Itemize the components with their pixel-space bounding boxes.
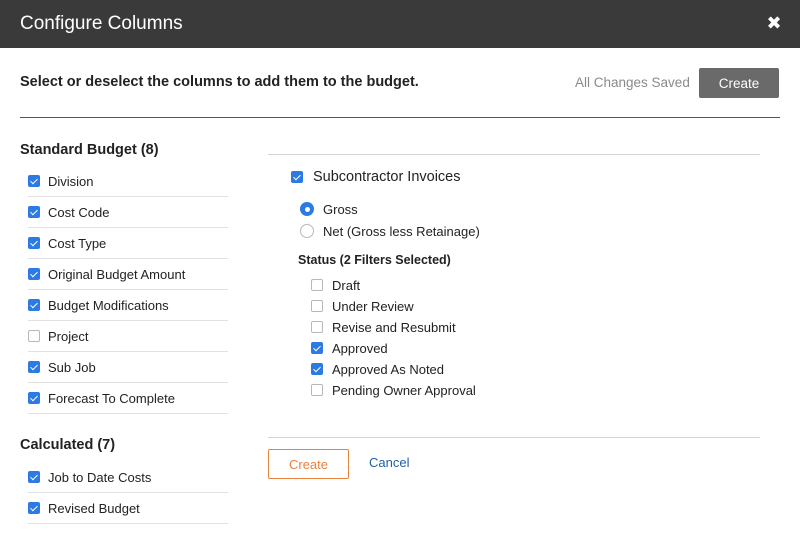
column-option-cost-type[interactable]: Cost Type xyxy=(28,228,228,259)
create-button[interactable]: Create xyxy=(268,449,349,479)
checkbox[interactable] xyxy=(28,237,40,249)
checkbox[interactable] xyxy=(28,268,40,280)
column-option-project[interactable]: Project xyxy=(28,321,228,352)
create-button-top[interactable]: Create xyxy=(699,68,779,98)
status-filter-approved-as-noted[interactable]: Approved As Noted xyxy=(311,360,444,378)
checkbox[interactable] xyxy=(28,361,40,373)
checkbox[interactable] xyxy=(28,471,40,483)
checkbox[interactable] xyxy=(28,299,40,311)
column-option-budget-modifications[interactable]: Budget Modifications xyxy=(28,290,228,321)
column-option-label: Cost Code xyxy=(48,204,110,220)
checkbox[interactable] xyxy=(311,363,323,375)
divider xyxy=(20,117,780,118)
column-option-label: Job to Date Costs xyxy=(48,469,152,485)
radio-label: Net (Gross less Retainage) xyxy=(323,223,480,239)
checkbox[interactable] xyxy=(28,502,40,514)
save-status: All Changes Saved xyxy=(575,75,690,90)
checkbox[interactable] xyxy=(291,171,303,183)
column-option-division[interactable]: Division xyxy=(28,166,228,197)
status-filter-approved[interactable]: Approved xyxy=(311,339,388,357)
checkbox[interactable] xyxy=(28,206,40,218)
checkbox[interactable] xyxy=(311,300,323,312)
status-filter-label: Draft xyxy=(332,277,361,293)
column-option-forecast-to-complete[interactable]: Forecast To Complete xyxy=(28,383,228,414)
checkbox[interactable] xyxy=(28,175,40,187)
radio-gross[interactable]: Gross xyxy=(300,200,358,218)
status-filter-draft[interactable]: Draft xyxy=(311,276,360,294)
status-filter-label: Under Review xyxy=(332,298,414,314)
checkbox[interactable] xyxy=(28,330,40,342)
radio-button[interactable] xyxy=(300,202,314,216)
checkbox[interactable] xyxy=(311,279,323,291)
radio-button[interactable] xyxy=(300,224,314,238)
modal-header: Configure Columns ✖ xyxy=(0,0,800,48)
standard-budget-title: Standard Budget (8) xyxy=(20,142,159,158)
checkbox[interactable] xyxy=(311,384,323,396)
column-option-label: Budget Modifications xyxy=(48,297,169,313)
column-option-label: Project xyxy=(48,328,89,344)
detail-divider-top xyxy=(268,154,760,155)
status-filter-title: Status (2 Filters Selected) xyxy=(298,253,451,267)
subcontractor-invoices-option[interactable]: Subcontractor Invoices xyxy=(291,168,461,186)
column-option-revised-budget[interactable]: Revised Budget xyxy=(28,493,228,524)
status-filter-under-review[interactable]: Under Review xyxy=(311,297,414,315)
status-filter-label: Approved As Noted xyxy=(332,361,445,377)
column-option-cost-code[interactable]: Cost Code xyxy=(28,197,228,228)
radio-net[interactable]: Net (Gross less Retainage) xyxy=(300,222,480,240)
status-filter-label: Approved xyxy=(332,340,388,356)
column-option-label: Cost Type xyxy=(48,235,107,251)
status-filter-pending-owner-approval[interactable]: Pending Owner Approval xyxy=(311,381,476,399)
instruction-text: Select or deselect the columns to add th… xyxy=(20,74,419,90)
status-filter-label: Revise and Resubmit xyxy=(332,319,456,335)
checkbox[interactable] xyxy=(311,342,323,354)
status-filter-revise-and-resubmit[interactable]: Revise and Resubmit xyxy=(311,318,456,336)
column-option-label: Sub Job xyxy=(48,359,96,375)
close-icon[interactable]: ✖ xyxy=(763,12,785,34)
calculated-title: Calculated (7) xyxy=(20,437,116,453)
detail-title: Subcontractor Invoices xyxy=(313,169,461,185)
column-option-job-to-date-costs[interactable]: Job to Date Costs xyxy=(28,462,228,493)
column-option-original-budget-amount[interactable]: Original Budget Amount xyxy=(28,259,228,290)
modal-title: Configure Columns xyxy=(20,13,183,34)
column-option-label: Forecast To Complete xyxy=(48,390,175,406)
column-option-label: Original Budget Amount xyxy=(48,266,186,282)
cancel-link[interactable]: Cancel xyxy=(369,455,409,470)
checkbox[interactable] xyxy=(28,392,40,404)
detail-divider-bottom xyxy=(268,437,760,438)
checkbox[interactable] xyxy=(311,321,323,333)
column-option-label: Revised Budget xyxy=(48,500,140,516)
status-filter-label: Pending Owner Approval xyxy=(332,382,476,398)
radio-label: Gross xyxy=(323,201,358,217)
column-option-sub-job[interactable]: Sub Job xyxy=(28,352,228,383)
column-option-label: Division xyxy=(48,173,94,189)
